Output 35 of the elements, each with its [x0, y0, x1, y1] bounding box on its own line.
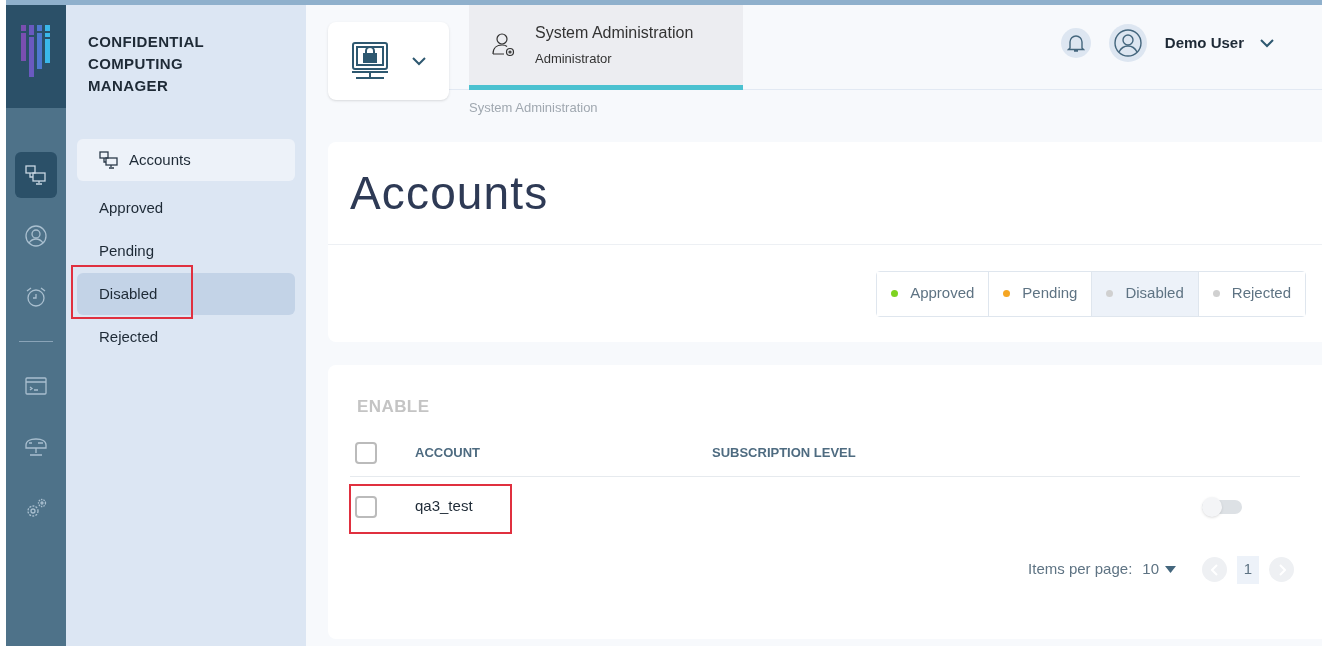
app-title: MANAGER: [88, 76, 170, 96]
monitors-icon[interactable]: [15, 152, 57, 198]
page-button[interactable]: 1: [1237, 555, 1259, 584]
sidebar-item[interactable]: Approved: [77, 187, 295, 229]
table-cell-text: qa3_test: [415, 496, 473, 517]
tab-subtitle: Administrator: [535, 50, 613, 69]
toggle-switch[interactable]: [1202, 496, 1242, 517]
locked-laptop-icon: [350, 41, 390, 81]
header-tab[interactable]: System Administration Administrator: [469, 5, 743, 90]
monitors-icon: [99, 151, 119, 169]
chevron-down-icon: [412, 56, 426, 66]
column-header: SUBSCRIPTION LEVEL: [712, 444, 856, 463]
items-per-page-label: Items per page:: [1028, 559, 1133, 580]
sidebar-heading[interactable]: Accounts: [77, 139, 295, 181]
column-header: ACCOUNT: [415, 444, 481, 463]
items-per-page-select[interactable]: 10: [1142, 558, 1176, 581]
tab-title: System Administration: [535, 23, 694, 44]
avatar-icon[interactable]: [1108, 24, 1147, 62]
filter-tab[interactable]: Disabled: [1091, 271, 1198, 316]
page-title: Accounts: [350, 165, 549, 221]
bell-icon[interactable]: [1060, 28, 1091, 58]
app-title: CONFIDENTIAL: [88, 32, 206, 52]
row-checkbox[interactable]: [355, 495, 377, 518]
sidebar-item[interactable]: Rejected: [77, 316, 295, 358]
caret-down-icon: [1165, 566, 1176, 573]
chevron-down-icon: [1260, 38, 1274, 48]
filter-tab[interactable]: Rejected: [1197, 271, 1305, 316]
user-gear-icon: [491, 32, 517, 58]
sidebar-item[interactable]: Disabled: [77, 273, 295, 315]
app-title: COMPUTING: [88, 54, 185, 74]
logo-icon: [6, 5, 66, 108]
select-all-checkbox[interactable]: [355, 442, 377, 464]
sidebar-item[interactable]: Pending: [77, 230, 295, 272]
app-switcher[interactable]: [328, 22, 449, 100]
user-menu[interactable]: Demo User: [1164, 31, 1274, 55]
